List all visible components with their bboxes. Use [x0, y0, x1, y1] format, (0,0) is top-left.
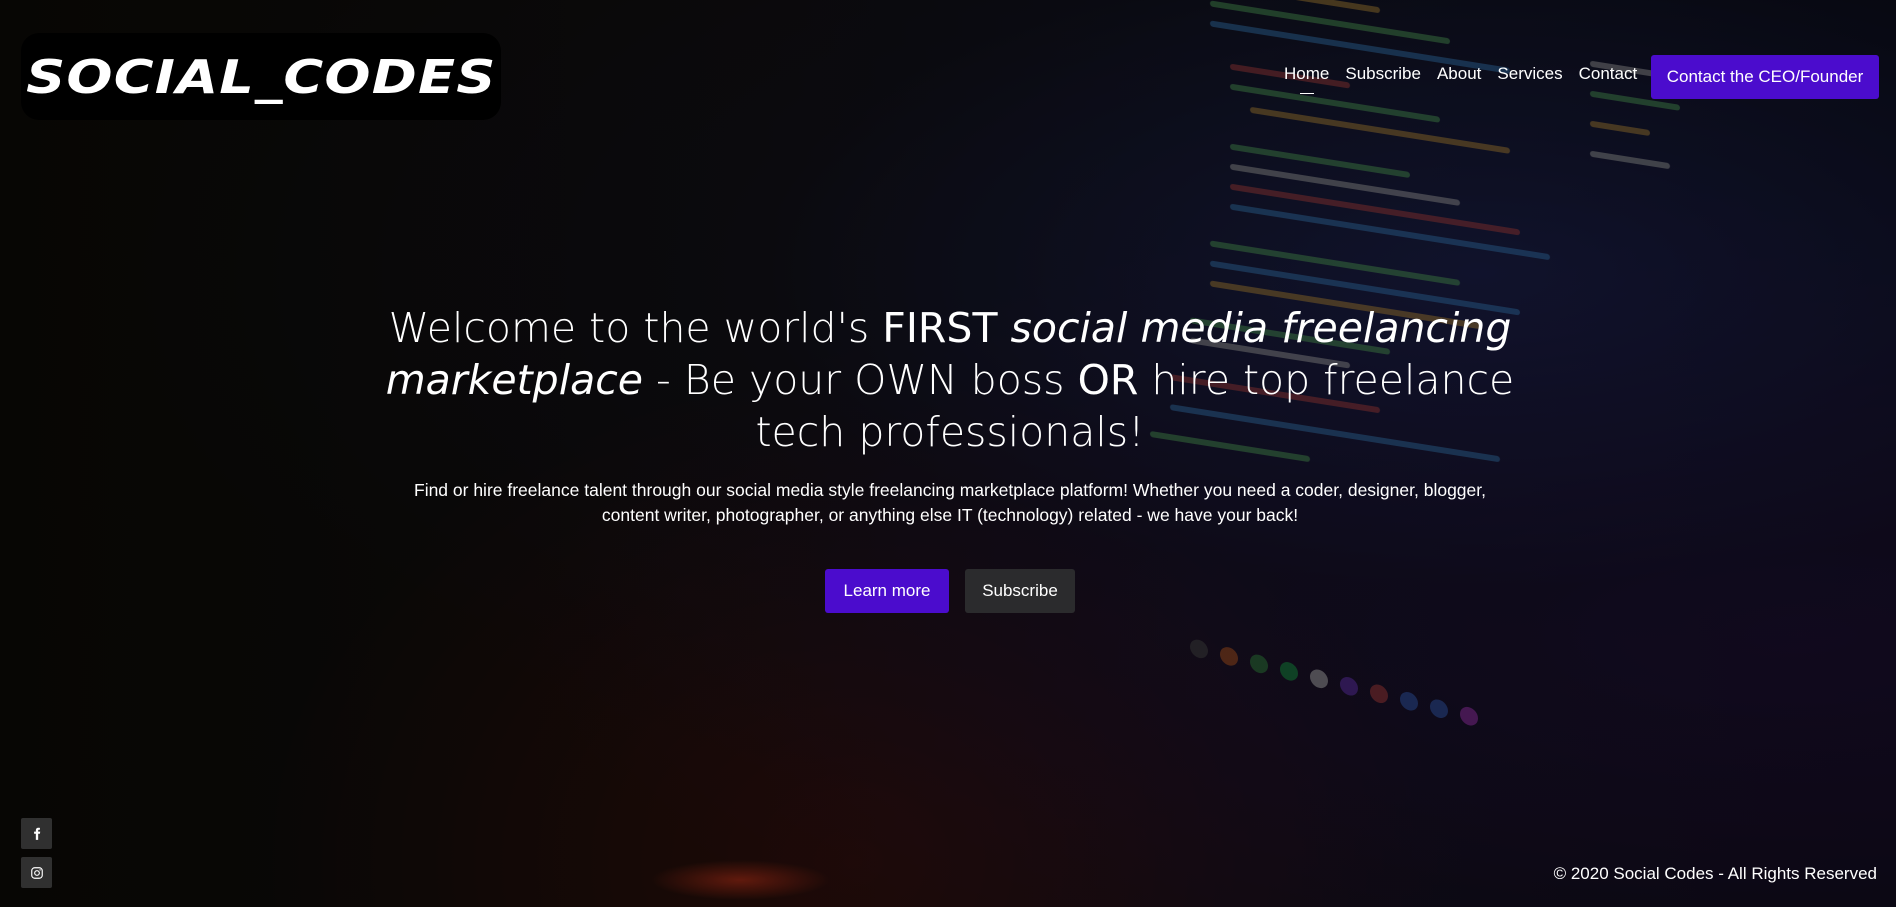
- copyright: © 2020 Social Codes - All Rights Reserve…: [1553, 864, 1877, 883]
- logo[interactable]: SOCIAL_CODES: [21, 33, 501, 120]
- nav-services[interactable]: Services: [1497, 64, 1562, 92]
- instagram-icon: [30, 866, 43, 879]
- hero-subtitle: Find or hire freelance talent through ou…: [414, 480, 1486, 525]
- nav-about[interactable]: About: [1437, 64, 1481, 92]
- hero-title: Welcome to the world's FIRST social medi…: [380, 302, 1520, 458]
- hero-title-or: OR: [1077, 356, 1139, 404]
- hero: Welcome to the world's FIRST social medi…: [380, 302, 1520, 613]
- logo-text: SOCIAL_CODES: [25, 49, 497, 104]
- hero-buttons: Learn more Subscribe: [380, 569, 1520, 613]
- hero-title-first: FIRST: [882, 304, 998, 352]
- learn-more-button[interactable]: Learn more: [825, 569, 949, 613]
- hero-title-part1: Welcome to the world's: [388, 304, 883, 352]
- instagram-link[interactable]: [21, 857, 52, 888]
- subscribe-button[interactable]: Subscribe: [965, 569, 1075, 613]
- nav-contact[interactable]: Contact: [1579, 64, 1638, 92]
- hero-title-part2: - Be your OWN boss: [642, 356, 1078, 404]
- page: SOCIAL_CODES Home Subscribe About Servic…: [0, 0, 1896, 907]
- facebook-link[interactable]: [21, 818, 52, 849]
- contact-ceo-button[interactable]: Contact the CEO/Founder: [1651, 55, 1879, 99]
- nav-home[interactable]: Home: [1284, 64, 1329, 94]
- nav-subscribe[interactable]: Subscribe: [1345, 64, 1421, 92]
- main-nav: Home Subscribe About Services Contact: [1284, 64, 1638, 94]
- facebook-icon: [33, 827, 40, 840]
